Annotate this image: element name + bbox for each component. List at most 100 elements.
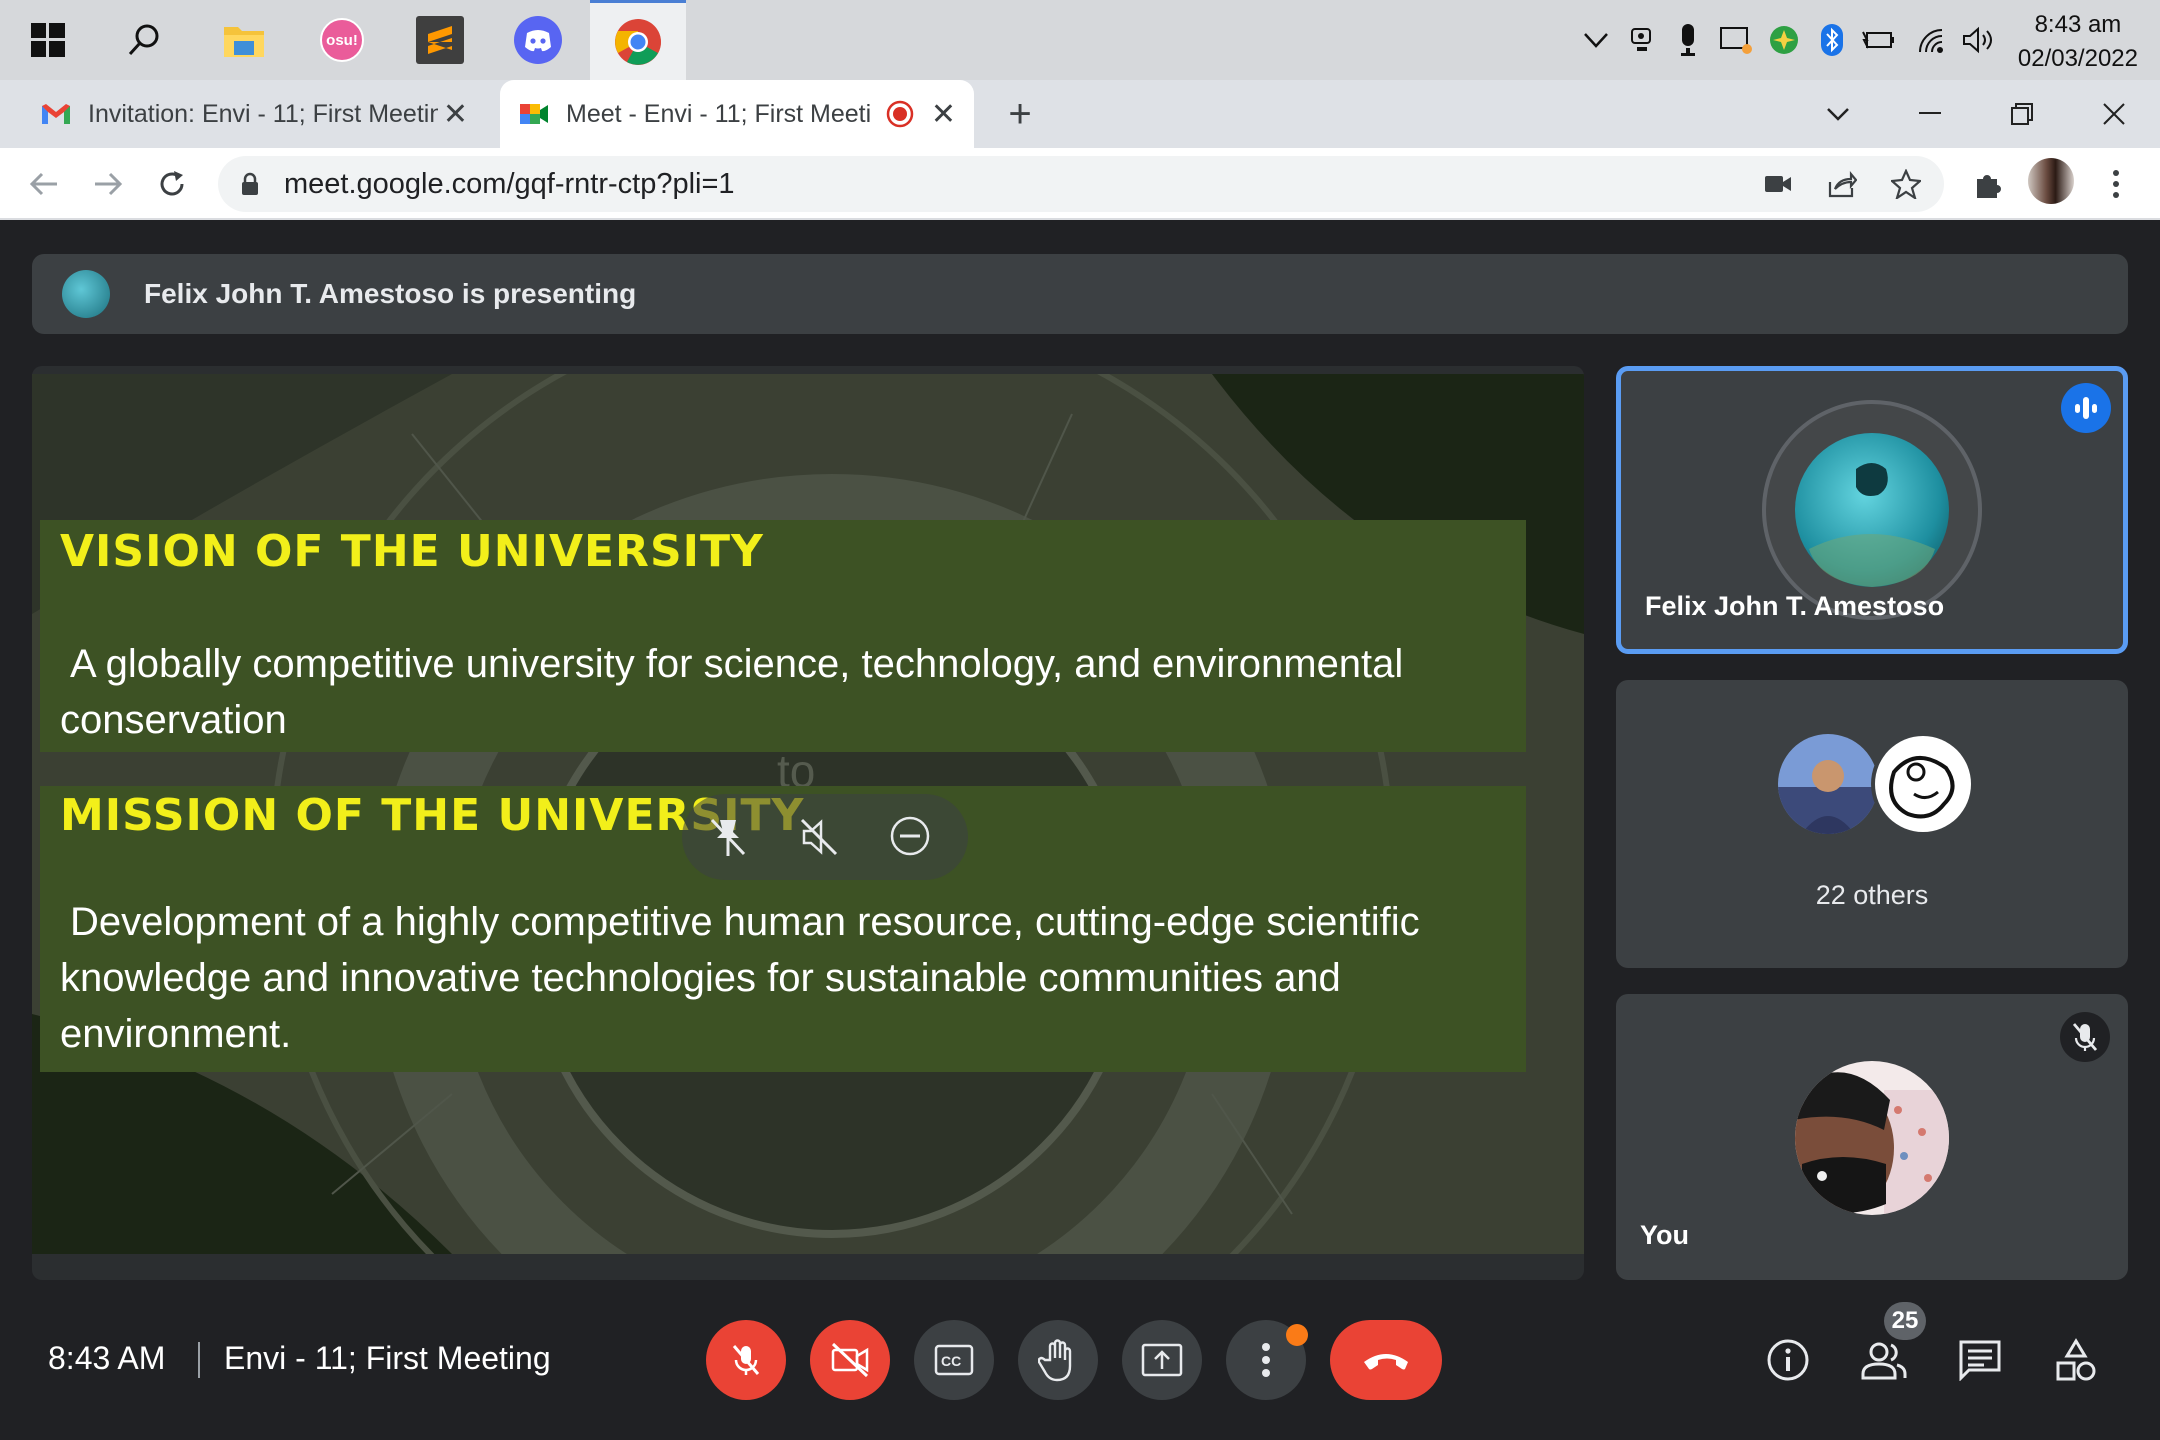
pin-icon[interactable] xyxy=(708,816,748,858)
folder-icon xyxy=(224,27,264,57)
clock-date: 02/03/2022 xyxy=(2017,45,2138,72)
chrome-menu-button[interactable] xyxy=(2092,160,2140,208)
audio-level-icon xyxy=(2075,397,2097,419)
share-button[interactable] xyxy=(1822,164,1862,204)
forward-button[interactable] xyxy=(84,160,132,208)
tab-gmail-invitation[interactable]: Invitation: Envi - 11; First Meeting ✕ xyxy=(22,80,486,148)
toggle-camera-button[interactable] xyxy=(810,1320,890,1400)
present-now-button[interactable] xyxy=(1122,1320,1202,1400)
tray-app-green[interactable] xyxy=(1762,0,1806,80)
tray-bluetooth[interactable] xyxy=(1810,0,1854,80)
minimize-button[interactable] xyxy=(1884,80,1976,148)
new-tab-button[interactable]: + xyxy=(996,90,1044,138)
reload-button[interactable] xyxy=(148,160,196,208)
mission-text: Development of a highly competitive huma… xyxy=(60,900,1420,1056)
videocam-off-icon xyxy=(831,1342,869,1378)
presenting-text: Felix John T. Amestoso is presenting xyxy=(144,278,637,309)
toggle-microphone-button[interactable] xyxy=(706,1320,786,1400)
bookmark-star-button[interactable] xyxy=(1886,164,1926,204)
close-window-button[interactable] xyxy=(2068,80,2160,148)
screen-share-icon xyxy=(1720,27,1752,54)
url-text: meet.google.com/gqf-rntr-ctp?pli=1 xyxy=(284,168,735,200)
meet-icon xyxy=(520,104,548,124)
close-tab-icon[interactable]: ✕ xyxy=(931,97,956,132)
presenting-banner: Felix John T. Amestoso is presenting xyxy=(32,254,2128,334)
clock-time: 8:43 am xyxy=(2034,11,2122,38)
activities-button[interactable] xyxy=(2038,1322,2114,1398)
taskbar-discord[interactable] xyxy=(490,0,586,80)
vision-text: A globally competitive university for sc… xyxy=(60,642,1404,742)
taskbar-osu[interactable]: osu! xyxy=(294,0,390,80)
self-avatar xyxy=(1795,1061,1949,1215)
start-button[interactable] xyxy=(0,0,96,80)
extensions-button[interactable] xyxy=(1964,160,2012,208)
participant-tile-others[interactable]: 22 others xyxy=(1616,680,2128,968)
more-options-button[interactable] xyxy=(1226,1320,1308,1400)
mute-audio-icon[interactable] xyxy=(800,818,840,856)
taskbar-chrome[interactable] xyxy=(590,0,686,80)
presentation-hover-controls xyxy=(682,794,968,880)
svg-text:CC: CC xyxy=(941,1353,961,1369)
closed-captions-icon: CC xyxy=(934,1344,974,1376)
chevron-down-icon xyxy=(1827,108,1849,121)
restore-button[interactable] xyxy=(1976,80,2068,148)
green-app-icon xyxy=(1770,26,1798,54)
tray-volume[interactable] xyxy=(1956,0,2000,80)
minimize-tile-icon[interactable] xyxy=(888,814,932,858)
participant-count-badge: 25 xyxy=(1884,1302,1926,1340)
participant-tile-self[interactable]: You xyxy=(1616,994,2128,1280)
raise-hand-button[interactable] xyxy=(1018,1320,1098,1400)
address-bar[interactable]: meet.google.com/gqf-rntr-ctp?pli=1 xyxy=(218,156,1944,212)
hand-icon xyxy=(1038,1339,1072,1382)
browser-toolbar: meet.google.com/gqf-rntr-ctp?pli=1 xyxy=(0,148,2160,220)
search-icon xyxy=(128,24,159,56)
chat-button[interactable] xyxy=(1942,1322,2018,1398)
presentation-stage[interactable]: to VISION OF THE UNIVERSITY A globally c… xyxy=(32,366,1584,1280)
info-icon xyxy=(1767,1339,1809,1381)
more-vert-icon xyxy=(1262,1343,1270,1377)
reload-icon xyxy=(160,171,184,196)
tab-meet[interactable]: Meet - Envi - 11; First Meetin ✕ xyxy=(500,80,974,148)
profile-avatar[interactable] xyxy=(2028,158,2074,204)
self-label: You xyxy=(1640,1220,1689,1250)
mic-off-icon xyxy=(732,1345,760,1375)
tray-overflow-button[interactable] xyxy=(1574,0,1618,80)
minimize-icon xyxy=(1919,112,1941,114)
call-end-icon xyxy=(1364,1354,1408,1370)
taskbar-file-explorer[interactable] xyxy=(196,0,292,80)
self-muted-indicator xyxy=(2060,1012,2110,1062)
close-icon xyxy=(2103,103,2125,125)
participant-tile-presenter[interactable]: Felix John T. Amestoso xyxy=(1616,366,2128,654)
chrome-icon xyxy=(615,18,661,65)
captions-button[interactable]: CC xyxy=(914,1320,994,1400)
battery-charging-icon xyxy=(1862,31,1894,49)
tray-screen-share[interactable] xyxy=(1714,0,1758,80)
meeting-details-button[interactable] xyxy=(1750,1322,1826,1398)
arrow-left-icon xyxy=(29,172,57,196)
microphone-icon xyxy=(1681,24,1695,56)
camera-in-use-button[interactable] xyxy=(1758,164,1798,204)
tray-camera[interactable] xyxy=(1620,0,1664,80)
taskbar-search-button[interactable] xyxy=(96,0,192,80)
restore-icon xyxy=(2011,103,2033,125)
others-count-label: 22 others xyxy=(1815,880,1929,910)
others-avatars xyxy=(1778,732,1975,836)
tray-microphone[interactable] xyxy=(1666,0,1710,80)
leave-call-button[interactable] xyxy=(1330,1320,1442,1400)
vision-band: VISION OF THE UNIVERSITY A globally comp… xyxy=(40,520,1526,752)
windows-taskbar: osu! 8:43 am 02/03/2022 xyxy=(0,0,2160,80)
plus-icon: + xyxy=(1008,91,1032,136)
presenter-avatar xyxy=(62,270,110,318)
vision-heading: VISION OF THE UNIVERSITY xyxy=(60,526,764,577)
taskbar-sublime[interactable] xyxy=(392,0,488,80)
tray-battery[interactable] xyxy=(1856,0,1900,80)
presenter-avatar-large xyxy=(1762,400,1982,620)
participant-name: Felix John T. Amestoso xyxy=(1645,591,1945,621)
osu-icon: osu! xyxy=(320,18,364,62)
close-tab-icon[interactable]: ✕ xyxy=(443,97,468,132)
tab-search-button[interactable] xyxy=(1792,80,1884,148)
sublime-icon xyxy=(416,16,464,64)
back-button[interactable] xyxy=(20,160,68,208)
tray-wifi[interactable] xyxy=(1910,0,1954,80)
system-clock[interactable]: 8:43 am 02/03/2022 xyxy=(2018,8,2138,76)
